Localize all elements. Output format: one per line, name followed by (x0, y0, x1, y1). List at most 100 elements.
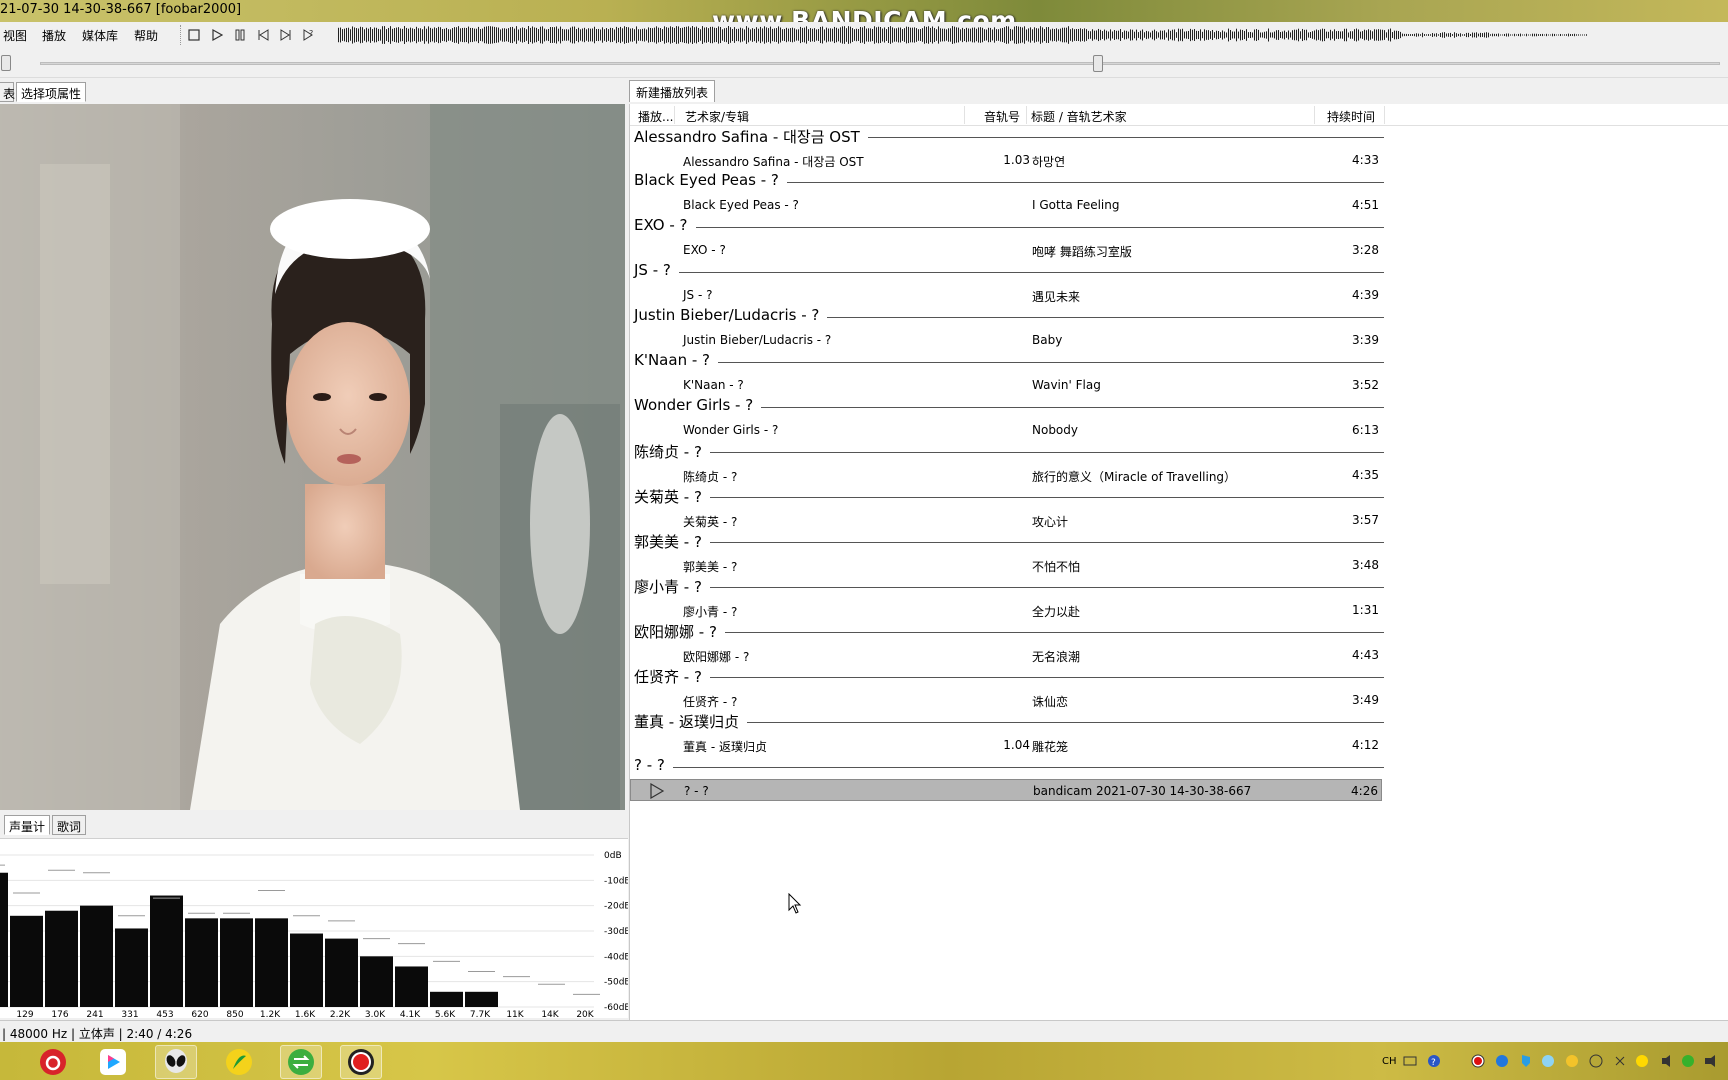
playlist-group-header[interactable]: 董真 - 返璞归贞 (634, 711, 1384, 733)
waveform-seekbar[interactable] (338, 25, 1588, 45)
playlist-group-header[interactable]: 任贤齐 - ? (634, 666, 1384, 688)
next-button[interactable] (276, 26, 296, 44)
playlist-group-header[interactable]: Justin Bieber/Ludacris - ? (634, 306, 1384, 328)
waveform-sample (1382, 29, 1383, 41)
playlist-group-header[interactable]: Wonder Girls - ? (634, 396, 1384, 418)
group-label: 欧阳娜娜 - ? (634, 621, 725, 642)
waveform-sample (628, 27, 629, 43)
playlist-group-header[interactable]: K'Naan - ? (634, 351, 1384, 373)
seek-handle[interactable] (1093, 55, 1104, 72)
waveform-sample (494, 26, 495, 44)
waveform-sample (698, 27, 699, 43)
waveform-sample (542, 26, 543, 44)
playlist-row[interactable]: 欧阳娜娜 - ? 无名浪潮 4:43 (630, 644, 1382, 666)
sogou-taskbar-button[interactable] (218, 1045, 260, 1079)
random-button[interactable]: ? (299, 26, 319, 44)
stop-button[interactable] (184, 26, 204, 44)
previous-button[interactable] (253, 26, 273, 44)
playlist-row[interactable]: 关菊英 - ? 攻心计 3:57 (630, 509, 1382, 531)
menu-view[interactable]: 视图 (3, 27, 27, 44)
waveform-sample (1028, 28, 1029, 42)
column-duration[interactable]: 持续时间 (1327, 108, 1375, 125)
waveform-sample (818, 29, 819, 41)
frequency-label: 11K (506, 1010, 524, 1018)
playlist-row[interactable]: 郭美美 - ? 不怕不怕 3:48 (630, 554, 1382, 576)
playlist-group-header[interactable]: 欧阳娜娜 - ? (634, 621, 1384, 643)
playlist-row[interactable]: JS - ? 遇见未来 4:39 (630, 284, 1382, 306)
waveform-sample (352, 26, 353, 44)
pause-button[interactable] (230, 26, 250, 44)
column-track-number[interactable]: 音轨号 (984, 108, 1020, 125)
waveform-sample (740, 27, 741, 43)
playlist-group-header[interactable]: 陈绮贞 - ? (634, 441, 1384, 463)
play-button[interactable] (207, 26, 227, 44)
waveform-sample (1212, 29, 1213, 41)
waveform-sample (618, 27, 619, 43)
waveform-sample (1308, 32, 1309, 38)
bandicam-taskbar-button[interactable] (340, 1045, 382, 1079)
column-divider[interactable] (1314, 106, 1315, 124)
waveform-sample (750, 29, 751, 41)
playlist-group-header[interactable]: Black Eyed Peas - ? (634, 171, 1384, 193)
column-divider[interactable] (1384, 106, 1385, 124)
playlist-row[interactable]: 廖小青 - ? 全力以赴 1:31 (630, 599, 1382, 621)
playlist-group-header[interactable]: 关菊英 - ? (634, 486, 1384, 508)
column-artist-album[interactable]: 艺术家/专辑 (685, 108, 749, 125)
column-playing[interactable]: 播放... (638, 108, 673, 125)
waveform-sample (1316, 29, 1317, 41)
playlist-group-header[interactable]: Alessandro Safina - 대장금 OST (634, 126, 1384, 148)
waveform-sample (674, 27, 675, 43)
track-title: 旅行的意义（Miracle of Travelling） (1032, 470, 1237, 484)
system-tray-icons[interactable]: ? (1402, 1053, 1722, 1069)
playlist-row[interactable]: Wonder Girls - ? Nobody 6:13 (630, 419, 1382, 441)
playlist-row[interactable]: Black Eyed Peas - ? I Gotta Feeling 4:51 (630, 194, 1382, 216)
column-divider[interactable] (1026, 106, 1027, 124)
column-divider[interactable] (964, 106, 965, 124)
playlist-group-header[interactable]: JS - ? (634, 261, 1384, 283)
playlist-row[interactable]: 任贤齐 - ? 诛仙恋 3:49 (630, 689, 1382, 711)
tab-selection-properties[interactable]: 选择项属性 (16, 82, 87, 102)
playlist-row-playing[interactable]: ? - ? bandicam 2021-07-30 14-30-38-667 4:2… (630, 779, 1382, 801)
playlist-row[interactable]: Alessandro Safina - 대장금 OST 1.03 하망연 4:33 (630, 149, 1382, 171)
playlist-group-header[interactable]: ? - ? (634, 756, 1384, 778)
tab-lyrics[interactable]: 歌词 (52, 815, 87, 835)
playlist-row[interactable]: K'Naan - ? Wavin' Flag 3:52 (630, 374, 1382, 396)
waveform-sample (466, 27, 467, 43)
waveform-sample (1274, 31, 1275, 39)
track-title: 雕花笼 (1032, 740, 1069, 754)
track-artist-album: EXO - ? (683, 243, 726, 257)
tab-new-playlist[interactable]: 新建播放列表 (629, 80, 716, 102)
waveform-sample (1410, 34, 1411, 36)
playlist-group-header[interactable]: EXO - ? (634, 216, 1384, 238)
youku-taskbar-button[interactable] (92, 1045, 134, 1079)
seek-bar[interactable] (40, 62, 1720, 65)
waveform-sample (610, 27, 611, 43)
tab-list[interactable]: 表 (0, 82, 15, 102)
waveform-sample (758, 28, 759, 42)
refresh-taskbar-button[interactable] (280, 1045, 322, 1079)
waveform-sample (852, 28, 853, 42)
waveform-sample (1180, 29, 1181, 41)
playlist-group-header[interactable]: 郭美美 - ? (634, 531, 1384, 553)
menu-help[interactable]: 帮助 (134, 27, 158, 44)
playlist-group-header[interactable]: 廖小青 - ? (634, 576, 1384, 598)
waveform-sample (1368, 29, 1369, 41)
foobar2000-taskbar-button[interactable] (155, 1045, 197, 1079)
playlist-row[interactable]: EXO - ? 咆哮 舞蹈练习室版 3:28 (630, 239, 1382, 261)
waveform-sample (602, 27, 603, 43)
column-divider[interactable] (674, 106, 675, 124)
waveform-sample (648, 27, 649, 43)
playlist-row[interactable]: 董真 - 返璞归贞 1.04 雕花笼 4:12 (630, 734, 1382, 756)
input-language[interactable]: CH (1382, 1053, 1397, 1069)
netease-music-taskbar-button[interactable] (32, 1045, 74, 1079)
tab-volume-meter[interactable]: 声量计 (4, 815, 51, 835)
playlist-row[interactable]: Justin Bieber/Ludacris - ? Baby 3:39 (630, 329, 1382, 351)
volume-slider-handle[interactable] (1, 55, 11, 71)
waveform-sample (1364, 29, 1365, 41)
menu-playback[interactable]: 播放 (42, 27, 66, 44)
frequency-label: 129 (16, 1010, 33, 1018)
waveform-sample (1504, 33, 1505, 37)
column-title-artist[interactable]: 标题 / 音轨艺术家 (1031, 108, 1127, 125)
menu-library[interactable]: 媒体库 (82, 27, 118, 44)
playlist-row[interactable]: 陈绮贞 - ? 旅行的意义（Miracle of Travelling） 4:35 (630, 464, 1382, 486)
